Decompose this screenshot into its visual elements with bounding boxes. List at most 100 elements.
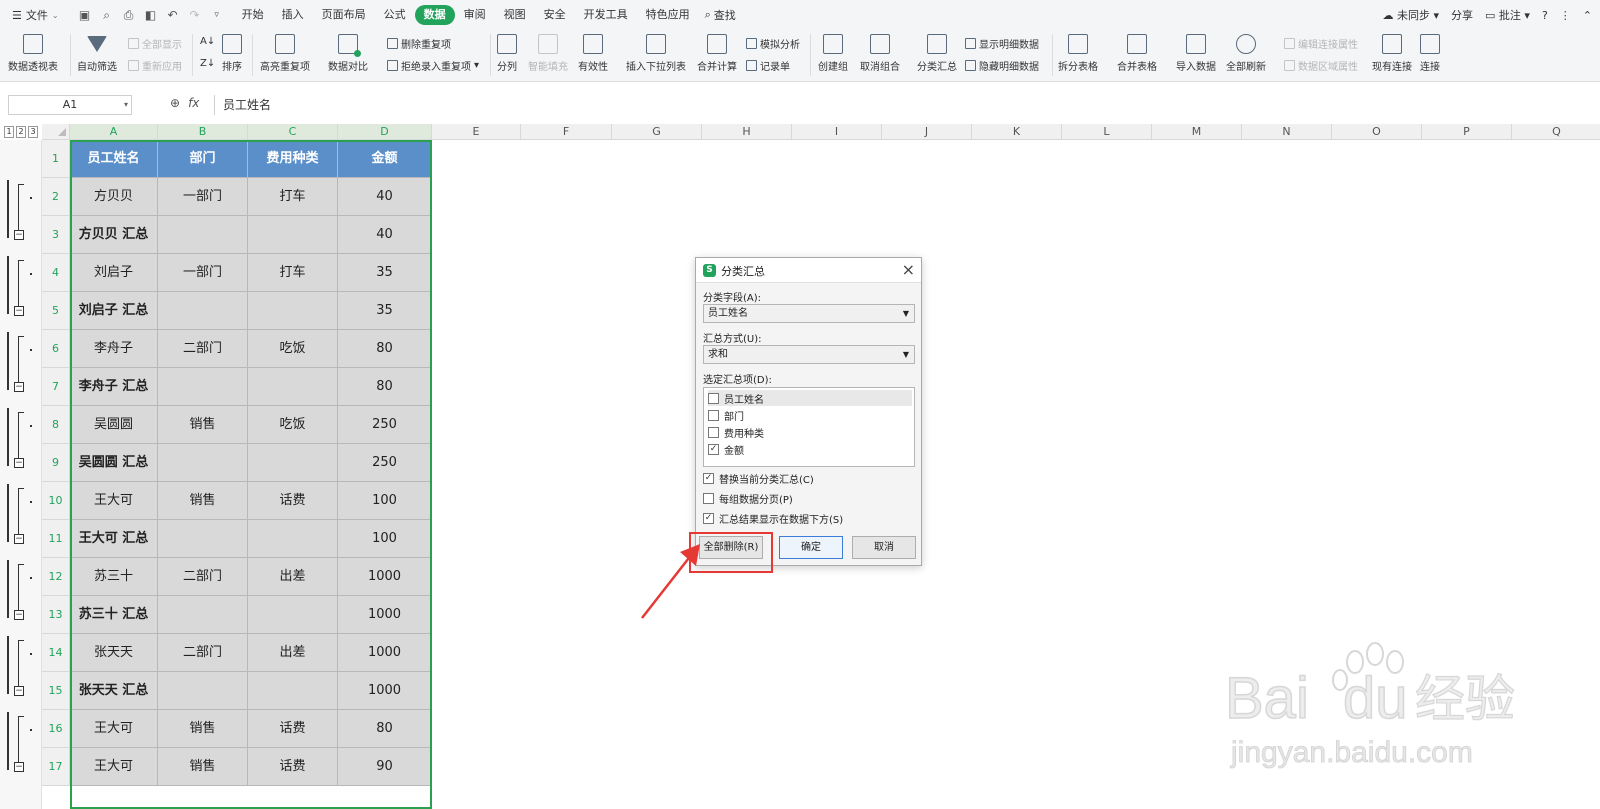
- table-cell[interactable]: 二部门: [158, 634, 248, 672]
- checkbox[interactable]: [708, 426, 719, 438]
- row-header[interactable]: 5: [42, 292, 70, 330]
- data-compare-button[interactable]: 数据对比: [328, 30, 368, 73]
- table-cell[interactable]: [248, 292, 338, 330]
- column-header-h[interactable]: H: [702, 124, 792, 140]
- table-cell[interactable]: 吃饭: [248, 406, 338, 444]
- outline-level-3-button[interactable]: 3: [28, 126, 38, 138]
- list-item[interactable]: ✓ 金额: [708, 441, 912, 457]
- table-cell[interactable]: 张天天: [70, 634, 158, 672]
- column-header-k[interactable]: K: [972, 124, 1062, 140]
- row-header[interactable]: 8: [42, 406, 70, 444]
- select-all-corner[interactable]: [42, 124, 70, 140]
- table-cell[interactable]: [158, 368, 248, 406]
- table-cell[interactable]: 250: [338, 406, 432, 444]
- cancel-button[interactable]: 取消: [852, 536, 916, 559]
- table-cell[interactable]: [158, 520, 248, 558]
- table-cell[interactable]: 1000: [338, 672, 432, 710]
- replace-current-option[interactable]: ✓ 替换当前分类汇总(C): [703, 471, 814, 486]
- table-cell[interactable]: 苏三十 汇总: [70, 596, 158, 634]
- zoom-icon[interactable]: ⊕: [170, 96, 180, 110]
- table-cell[interactable]: 一部门: [158, 254, 248, 292]
- table-cell[interactable]: [158, 596, 248, 634]
- share-button[interactable]: 分享: [1451, 7, 1473, 23]
- collapse-group-icon[interactable]: −: [14, 230, 24, 240]
- table-cell[interactable]: [248, 596, 338, 634]
- summary-items-list[interactable]: 员工姓名 部门 费用种类 ✓ 金额: [703, 387, 915, 467]
- table-cell[interactable]: 80: [338, 368, 432, 406]
- tab-page-layout[interactable]: 页面布局: [313, 5, 375, 25]
- column-header-e[interactable]: E: [432, 124, 521, 140]
- name-box[interactable]: A1 ▾: [8, 95, 132, 115]
- ok-button[interactable]: 确定: [779, 536, 843, 559]
- collapse-group-icon[interactable]: −: [14, 762, 24, 772]
- reject-duplicates-button[interactable]: 拒绝录入重复项 ▾: [387, 58, 479, 73]
- table-cell[interactable]: 刘启子 汇总: [70, 292, 158, 330]
- checkbox[interactable]: ✓: [703, 473, 714, 484]
- collapse-group-icon[interactable]: −: [14, 610, 24, 620]
- refresh-all-button[interactable]: 全部刷新: [1226, 30, 1266, 73]
- show-all-button[interactable]: 全部显示: [128, 36, 182, 51]
- row-header[interactable]: 14: [42, 634, 70, 672]
- range-properties-button[interactable]: 数据区域属性: [1284, 58, 1358, 73]
- pivot-table-button[interactable]: 数据透视表: [8, 30, 58, 73]
- column-header-d[interactable]: D: [338, 124, 432, 140]
- tab-formulas[interactable]: 公式: [375, 5, 415, 25]
- table-cell[interactable]: 吴圆圆 汇总: [70, 444, 158, 482]
- row-header[interactable]: 11: [42, 520, 70, 558]
- table-cell[interactable]: 吴圆圆: [70, 406, 158, 444]
- table-cell[interactable]: 销售: [158, 406, 248, 444]
- tab-insert[interactable]: 插入: [273, 5, 313, 25]
- merge-table-button[interactable]: 合并表格: [1117, 30, 1157, 73]
- print-preview-icon[interactable]: ◧: [143, 8, 159, 22]
- table-cell[interactable]: 王大可 汇总: [70, 520, 158, 558]
- collapse-group-icon[interactable]: −: [14, 382, 24, 392]
- checkbox[interactable]: [708, 409, 719, 421]
- table-cell[interactable]: [248, 520, 338, 558]
- table-cell[interactable]: 李舟子 汇总: [70, 368, 158, 406]
- table-cell[interactable]: 二部门: [158, 330, 248, 368]
- more-icon[interactable]: ⋮: [1560, 9, 1571, 22]
- tab-home[interactable]: 开始: [233, 5, 273, 25]
- data-validation-button[interactable]: 有效性: [578, 30, 608, 73]
- row-header[interactable]: 9: [42, 444, 70, 482]
- help-button[interactable]: ?: [1542, 9, 1548, 22]
- checkbox[interactable]: [703, 493, 714, 504]
- column-header-m[interactable]: M: [1152, 124, 1242, 140]
- table-cell[interactable]: 35: [338, 292, 432, 330]
- column-header-j[interactable]: J: [882, 124, 972, 140]
- column-header-l[interactable]: L: [1062, 124, 1152, 140]
- collapse-group-icon[interactable]: −: [14, 534, 24, 544]
- row-header[interactable]: 17: [42, 748, 70, 786]
- row-header[interactable]: 10: [42, 482, 70, 520]
- list-item[interactable]: 部门: [708, 407, 912, 423]
- autofilter-button[interactable]: 自动筛选: [77, 30, 117, 73]
- subtotal-button[interactable]: 分类汇总: [917, 30, 957, 73]
- delete-duplicates-button[interactable]: 删除重复项: [387, 36, 451, 51]
- table-cell[interactable]: 李舟子: [70, 330, 158, 368]
- undo-icon[interactable]: ↶: [165, 8, 181, 22]
- table-cell[interactable]: 100: [338, 482, 432, 520]
- table-cell[interactable]: 80: [338, 330, 432, 368]
- summary-below-option[interactable]: ✓ 汇总结果显示在数据下方(S): [703, 511, 843, 526]
- table-cell[interactable]: [248, 368, 338, 406]
- table-cell[interactable]: [158, 672, 248, 710]
- table-cell[interactable]: 方贝贝 汇总: [70, 216, 158, 254]
- field-select[interactable]: 员工姓名 ▼: [703, 304, 915, 323]
- highlight-duplicates-button[interactable]: 高亮重复项: [260, 30, 310, 73]
- method-select[interactable]: 求和 ▼: [703, 345, 915, 364]
- redo-icon[interactable]: ↷: [187, 8, 203, 22]
- header-cell[interactable]: 金额: [338, 140, 432, 178]
- show-detail-button[interactable]: 显示明细数据: [965, 36, 1039, 51]
- row-header[interactable]: 4: [42, 254, 70, 292]
- list-item[interactable]: 费用种类: [708, 424, 912, 440]
- row-header[interactable]: 6: [42, 330, 70, 368]
- create-group-button[interactable]: 创建组: [818, 30, 848, 73]
- sync-button[interactable]: ☁ 未同步 ▾: [1382, 7, 1439, 23]
- table-cell[interactable]: 1000: [338, 558, 432, 596]
- smart-fill-button[interactable]: 智能填充: [528, 30, 568, 73]
- table-cell[interactable]: 出差: [248, 634, 338, 672]
- column-header-p[interactable]: P: [1422, 124, 1512, 140]
- outline-level-2-button[interactable]: 2: [16, 126, 26, 138]
- row-header[interactable]: 12: [42, 558, 70, 596]
- row-header[interactable]: 3: [42, 216, 70, 254]
